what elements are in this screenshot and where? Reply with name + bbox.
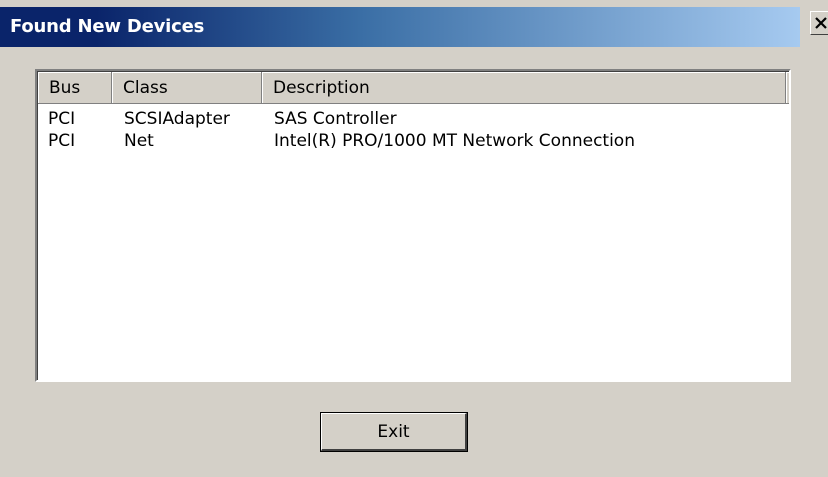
cell-class: Net <box>124 131 154 151</box>
cell-bus: PCI <box>48 131 76 151</box>
cell-class: SCSIAdapter <box>124 109 230 129</box>
column-header-filler <box>786 72 789 104</box>
list-header: Bus Class Description <box>38 72 789 104</box>
found-new-devices-window: Found New Devices Bus Class Description … <box>0 0 828 477</box>
window-title: Found New Devices <box>10 16 205 37</box>
column-header-class[interactable]: Class <box>112 72 262 104</box>
column-header-bus[interactable]: Bus <box>38 72 112 104</box>
exit-button-label: Exit <box>377 421 410 442</box>
exit-button[interactable]: Exit <box>320 412 468 452</box>
title-bar[interactable]: Found New Devices <box>0 7 800 47</box>
devices-list[interactable]: Bus Class Description PCI SCSIAdapter SA… <box>35 69 791 382</box>
column-header-description[interactable]: Description <box>262 72 786 104</box>
cell-description: Intel(R) PRO/1000 MT Network Connection <box>274 131 635 151</box>
close-icon <box>815 17 827 29</box>
cell-bus: PCI <box>48 109 76 129</box>
list-item[interactable]: PCI SCSIAdapter SAS Controller <box>38 108 789 130</box>
list-item[interactable]: PCI Net Intel(R) PRO/1000 MT Network Con… <box>38 130 789 152</box>
close-button[interactable] <box>810 11 828 35</box>
cell-description: SAS Controller <box>274 109 397 129</box>
